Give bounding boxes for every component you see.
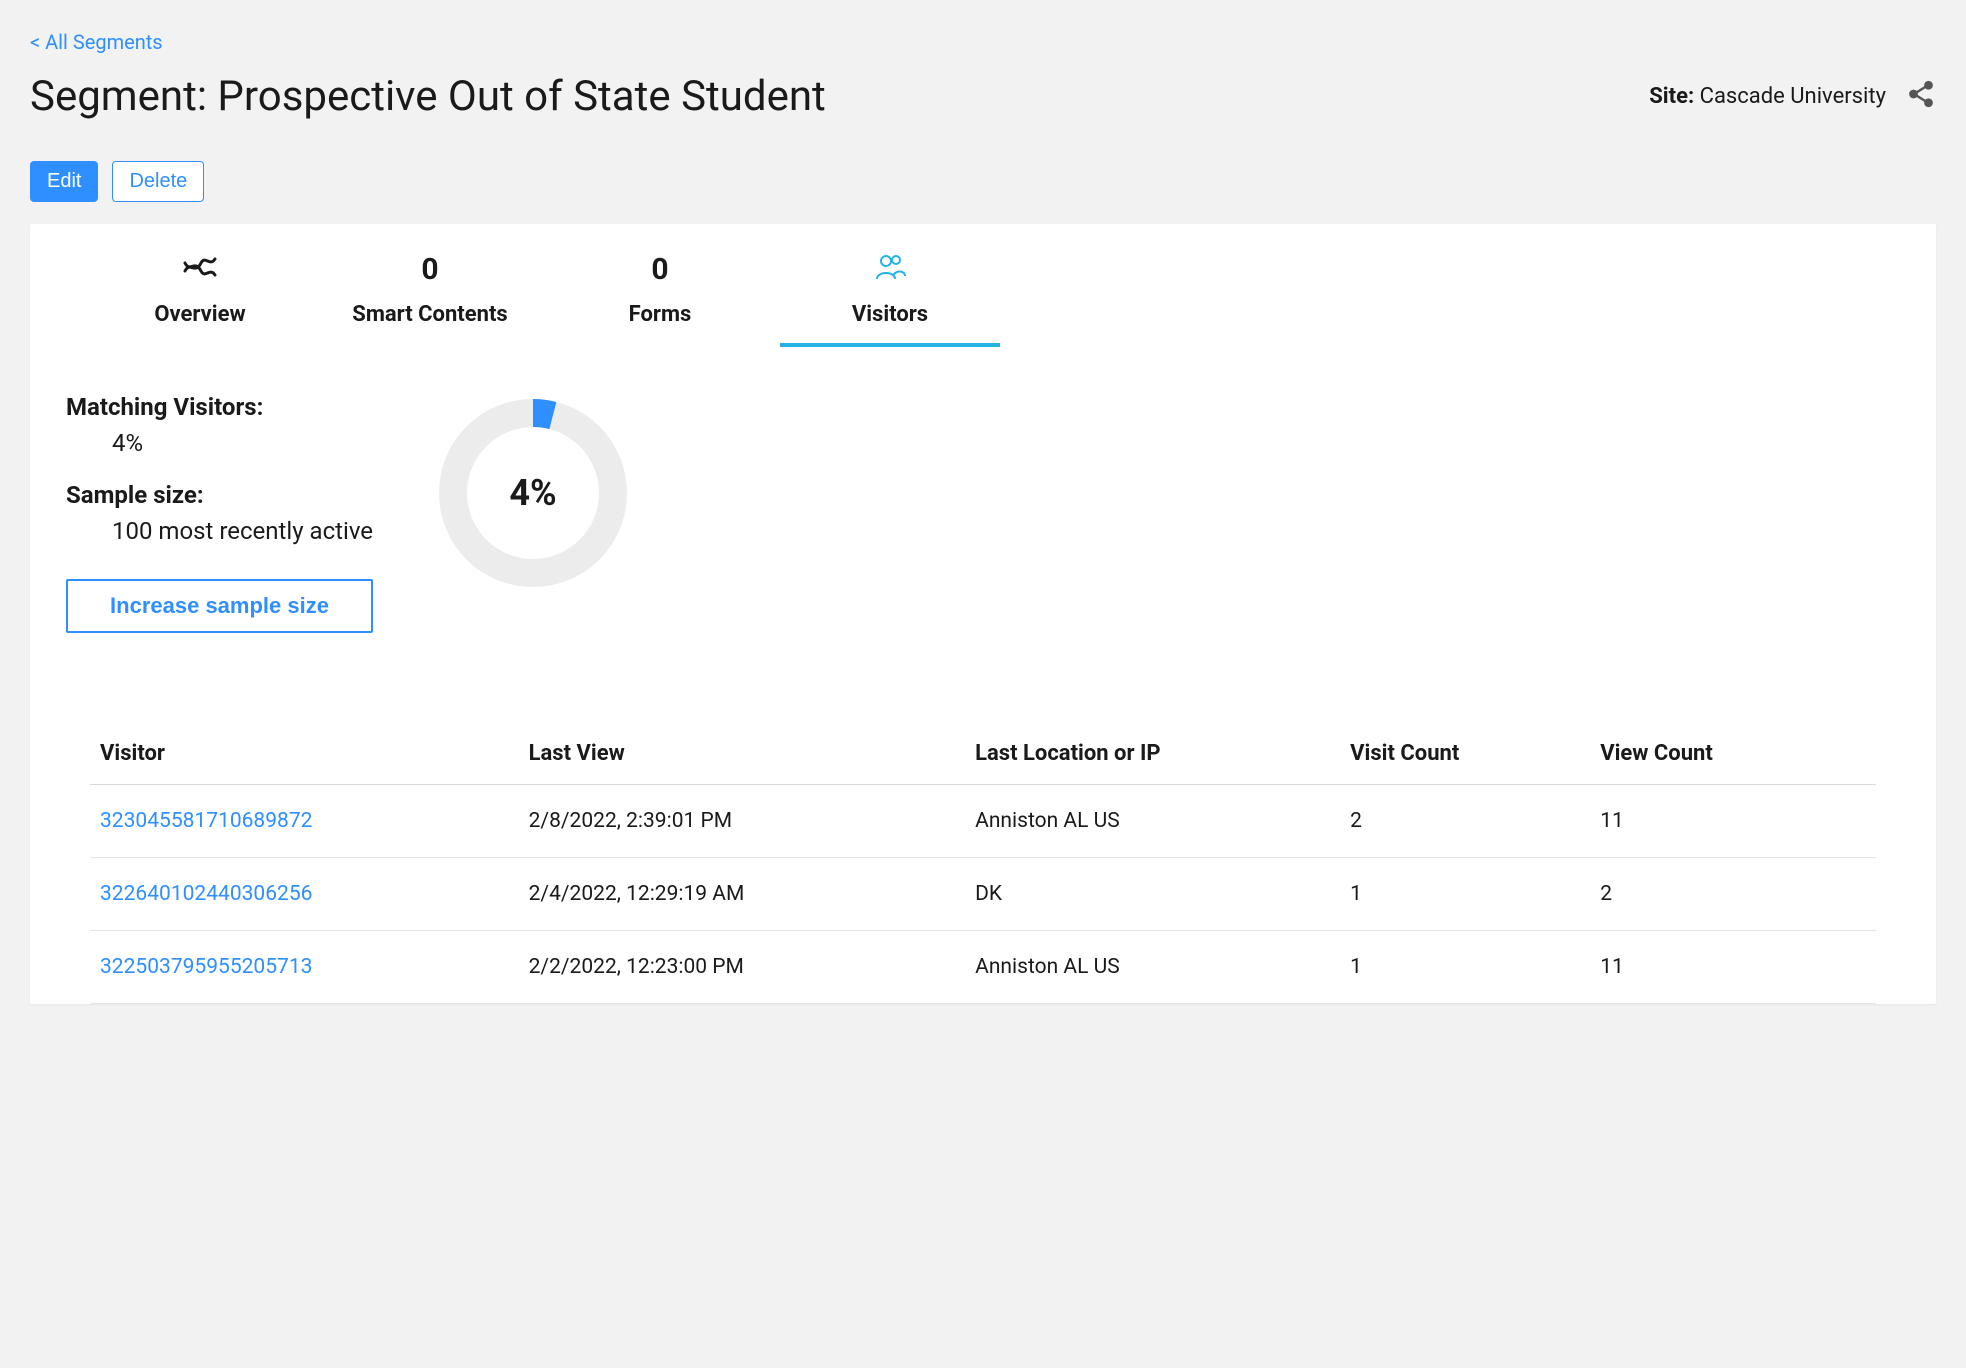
tab-overview-label: Overview xyxy=(154,302,245,327)
visitors-icon xyxy=(873,252,907,287)
page-title: Segment: Prospective Out of State Studen… xyxy=(30,72,826,121)
edit-button[interactable]: Edit xyxy=(30,161,98,202)
site-label-bold: Site: xyxy=(1649,84,1694,109)
table-row: 323045581710689872 2/8/2022, 2:39:01 PMAn… xyxy=(90,785,1876,858)
visitors-card: Overview 0 Smart Contents 0 Forms xyxy=(30,224,1936,1004)
overview-icon xyxy=(183,253,217,286)
segment-name: Prospective Out of State Student xyxy=(217,72,825,121)
sample-size-value: 100 most recently active xyxy=(112,517,373,545)
tab-overview[interactable]: Overview xyxy=(90,252,310,347)
site-name: Cascade University xyxy=(1694,84,1886,109)
tab-bar: Overview 0 Smart Contents 0 Forms xyxy=(30,224,1936,347)
col-visitor[interactable]: Visitor xyxy=(90,723,519,785)
tab-visitors[interactable]: Visitors xyxy=(780,252,1000,347)
cell-location: Anniston AL US xyxy=(965,785,1340,858)
col-last-location[interactable]: Last Location or IP xyxy=(965,723,1340,785)
matching-visitors-value: 4% xyxy=(112,429,373,457)
cell-visit-count: 1 xyxy=(1340,858,1590,931)
cell-visit-count: 1 xyxy=(1340,931,1590,1004)
matching-visitors-heading: Matching Visitors: xyxy=(66,393,373,421)
table-row: 322640102440306256 2/4/2022, 12:29:19 AMD… xyxy=(90,858,1876,931)
visitor-id-link[interactable]: 323045581710689872 xyxy=(100,809,312,833)
tab-smart-contents-label: Smart Contents xyxy=(352,302,507,327)
sample-size-heading: Sample size: xyxy=(66,481,373,509)
tab-forms[interactable]: 0 Forms xyxy=(550,252,770,347)
cell-visit-count: 2 xyxy=(1340,785,1590,858)
back-to-all-segments-link[interactable]: < All Segments xyxy=(30,30,163,54)
title-prefix: Segment: xyxy=(30,72,217,121)
tab-forms-count: 0 xyxy=(651,252,668,287)
matching-visitors-block: Matching Visitors: 4% xyxy=(66,393,373,457)
tab-smart-contents-count: 0 xyxy=(421,252,438,287)
cell-last-view: 2/8/2022, 2:39:01 PM xyxy=(519,785,966,858)
visitor-id-link[interactable]: 322640102440306256 xyxy=(100,882,312,906)
tab-forms-label: Forms xyxy=(629,302,692,327)
matching-visitors-donut: 4% xyxy=(433,393,633,593)
col-last-view[interactable]: Last View xyxy=(519,723,966,785)
increase-sample-size-button[interactable]: Increase sample size xyxy=(66,579,373,633)
donut-center-label: 4% xyxy=(433,393,633,593)
cell-view-count: 2 xyxy=(1590,858,1876,931)
col-visit-count[interactable]: Visit Count xyxy=(1340,723,1590,785)
cell-last-view: 2/4/2022, 12:29:19 AM xyxy=(519,858,966,931)
site-label: Site: Cascade University xyxy=(1649,84,1886,109)
tab-visitors-label: Visitors xyxy=(852,302,928,327)
share-icon[interactable] xyxy=(1906,79,1936,114)
delete-button[interactable]: Delete xyxy=(112,161,204,202)
sample-size-block: Sample size: 100 most recently active xyxy=(66,481,373,545)
cell-view-count: 11 xyxy=(1590,931,1876,1004)
table-row: 322503795955205713 2/2/2022, 12:23:00 PMA… xyxy=(90,931,1876,1004)
cell-location: Anniston AL US xyxy=(965,931,1340,1004)
cell-view-count: 11 xyxy=(1590,785,1876,858)
cell-last-view: 2/2/2022, 12:23:00 PM xyxy=(519,931,966,1004)
col-view-count[interactable]: View Count xyxy=(1590,723,1876,785)
visitors-table: Visitor Last View Last Location or IP Vi… xyxy=(90,723,1876,1004)
tab-smart-contents[interactable]: 0 Smart Contents xyxy=(320,252,540,347)
cell-location: DK xyxy=(965,858,1340,931)
visitor-id-link[interactable]: 322503795955205713 xyxy=(100,955,312,979)
